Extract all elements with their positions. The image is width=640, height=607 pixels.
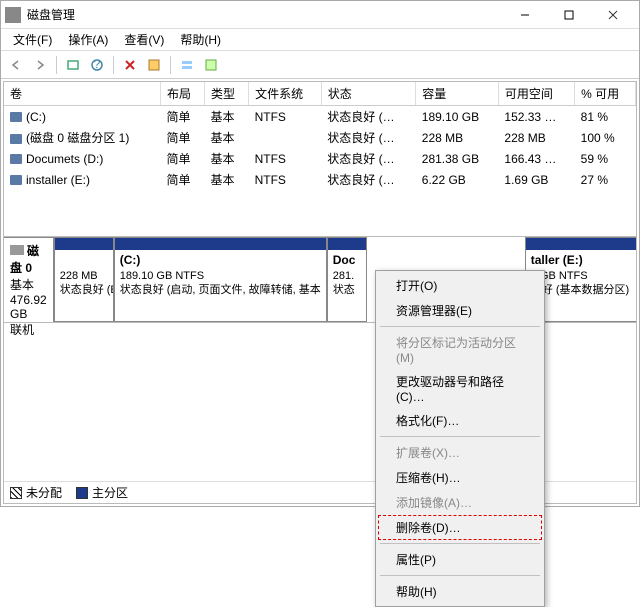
- minimize-button[interactable]: [503, 2, 547, 28]
- table-row[interactable]: installer (E:)简单基本NTFS状态良好 (…6.22 GB1.69…: [4, 169, 636, 190]
- ctx-explorer[interactable]: 资源管理器(E): [378, 298, 542, 323]
- titlebar: 磁盘管理: [1, 1, 639, 29]
- menu-view[interactable]: 查看(V): [116, 29, 172, 50]
- col-header[interactable]: 文件系统: [249, 82, 322, 106]
- ctx-shrink[interactable]: 压缩卷(H)…: [378, 465, 542, 490]
- col-header[interactable]: % 可用: [575, 82, 636, 106]
- disk-info[interactable]: 磁盘 0 基本 476.92 GB 联机: [4, 237, 54, 322]
- legend-unalloc-label: 未分配: [26, 484, 62, 501]
- ctx-help[interactable]: 帮助(H): [378, 579, 542, 604]
- refresh-button[interactable]: [62, 54, 84, 76]
- close-button[interactable]: [591, 2, 635, 28]
- table-row[interactable]: Documets (D:)简单基本NTFS状态良好 (…281.38 GB166…: [4, 148, 636, 169]
- col-header[interactable]: 容量: [416, 82, 499, 106]
- menu-help[interactable]: 帮助(H): [172, 29, 229, 50]
- legend-primary-label: 主分区: [92, 484, 128, 501]
- back-button[interactable]: [5, 54, 27, 76]
- window-title: 磁盘管理: [27, 6, 503, 23]
- table-row[interactable]: (磁盘 0 磁盘分区 1)简单基本状态良好 (…228 MB228 MB100 …: [4, 127, 636, 148]
- disk-icon: [10, 245, 24, 255]
- disk-size: 476.92 GB: [10, 293, 47, 321]
- ctx-mark-active: 将分区标记为活动分区(M): [378, 330, 542, 369]
- table-row[interactable]: (C:)简单基本NTFS状态良好 (…189.10 GB152.33 …81 %: [4, 106, 636, 128]
- volume-list[interactable]: 卷布局类型文件系统状态容量可用空间% 可用 (C:)简单基本NTFS状态良好 (…: [4, 82, 636, 237]
- forward-button[interactable]: [29, 54, 51, 76]
- partition[interactable]: 228 MB状态良好 (EFI 系: [54, 237, 114, 322]
- svg-text:?: ?: [94, 58, 101, 71]
- view1-icon[interactable]: [176, 54, 198, 76]
- ctx-open[interactable]: 打开(O): [378, 273, 542, 298]
- col-header[interactable]: 可用空间: [498, 82, 574, 106]
- toolbar: ?: [1, 51, 639, 79]
- col-header[interactable]: 布局: [160, 82, 204, 106]
- delete-icon[interactable]: [119, 54, 141, 76]
- col-header[interactable]: 状态: [321, 82, 416, 106]
- help-icon[interactable]: ?: [86, 54, 108, 76]
- ctx-delete-volume[interactable]: 删除卷(D)…: [378, 515, 542, 540]
- view2-icon[interactable]: [200, 54, 222, 76]
- ctx-properties[interactable]: 属性(P): [378, 547, 542, 572]
- menubar: 文件(F) 操作(A) 查看(V) 帮助(H): [1, 29, 639, 51]
- partition[interactable]: (C:)189.10 GB NTFS状态良好 (启动, 页面文件, 故障转储, …: [114, 237, 327, 322]
- context-menu: 打开(O) 资源管理器(E) 将分区标记为活动分区(M) 更改驱动器号和路径(C…: [375, 270, 545, 607]
- legend-primary-swatch: [76, 487, 88, 499]
- menu-file[interactable]: 文件(F): [5, 29, 60, 50]
- disk-status: 联机: [10, 321, 47, 338]
- app-icon: [5, 7, 21, 23]
- col-header[interactable]: 卷: [4, 82, 160, 106]
- legend-unalloc-swatch: [10, 487, 22, 499]
- properties-icon[interactable]: [143, 54, 165, 76]
- menu-action[interactable]: 操作(A): [60, 29, 116, 50]
- disk-type: 基本: [10, 276, 47, 293]
- col-header[interactable]: 类型: [205, 82, 249, 106]
- ctx-add-mirror: 添加镜像(A)…: [378, 490, 542, 515]
- ctx-change-letter[interactable]: 更改驱动器号和路径(C)…: [378, 369, 542, 408]
- ctx-format[interactable]: 格式化(F)…: [378, 408, 542, 433]
- ctx-extend: 扩展卷(X)…: [378, 440, 542, 465]
- partition[interactable]: Doc281.状态: [327, 237, 367, 322]
- maximize-button[interactable]: [547, 2, 591, 28]
